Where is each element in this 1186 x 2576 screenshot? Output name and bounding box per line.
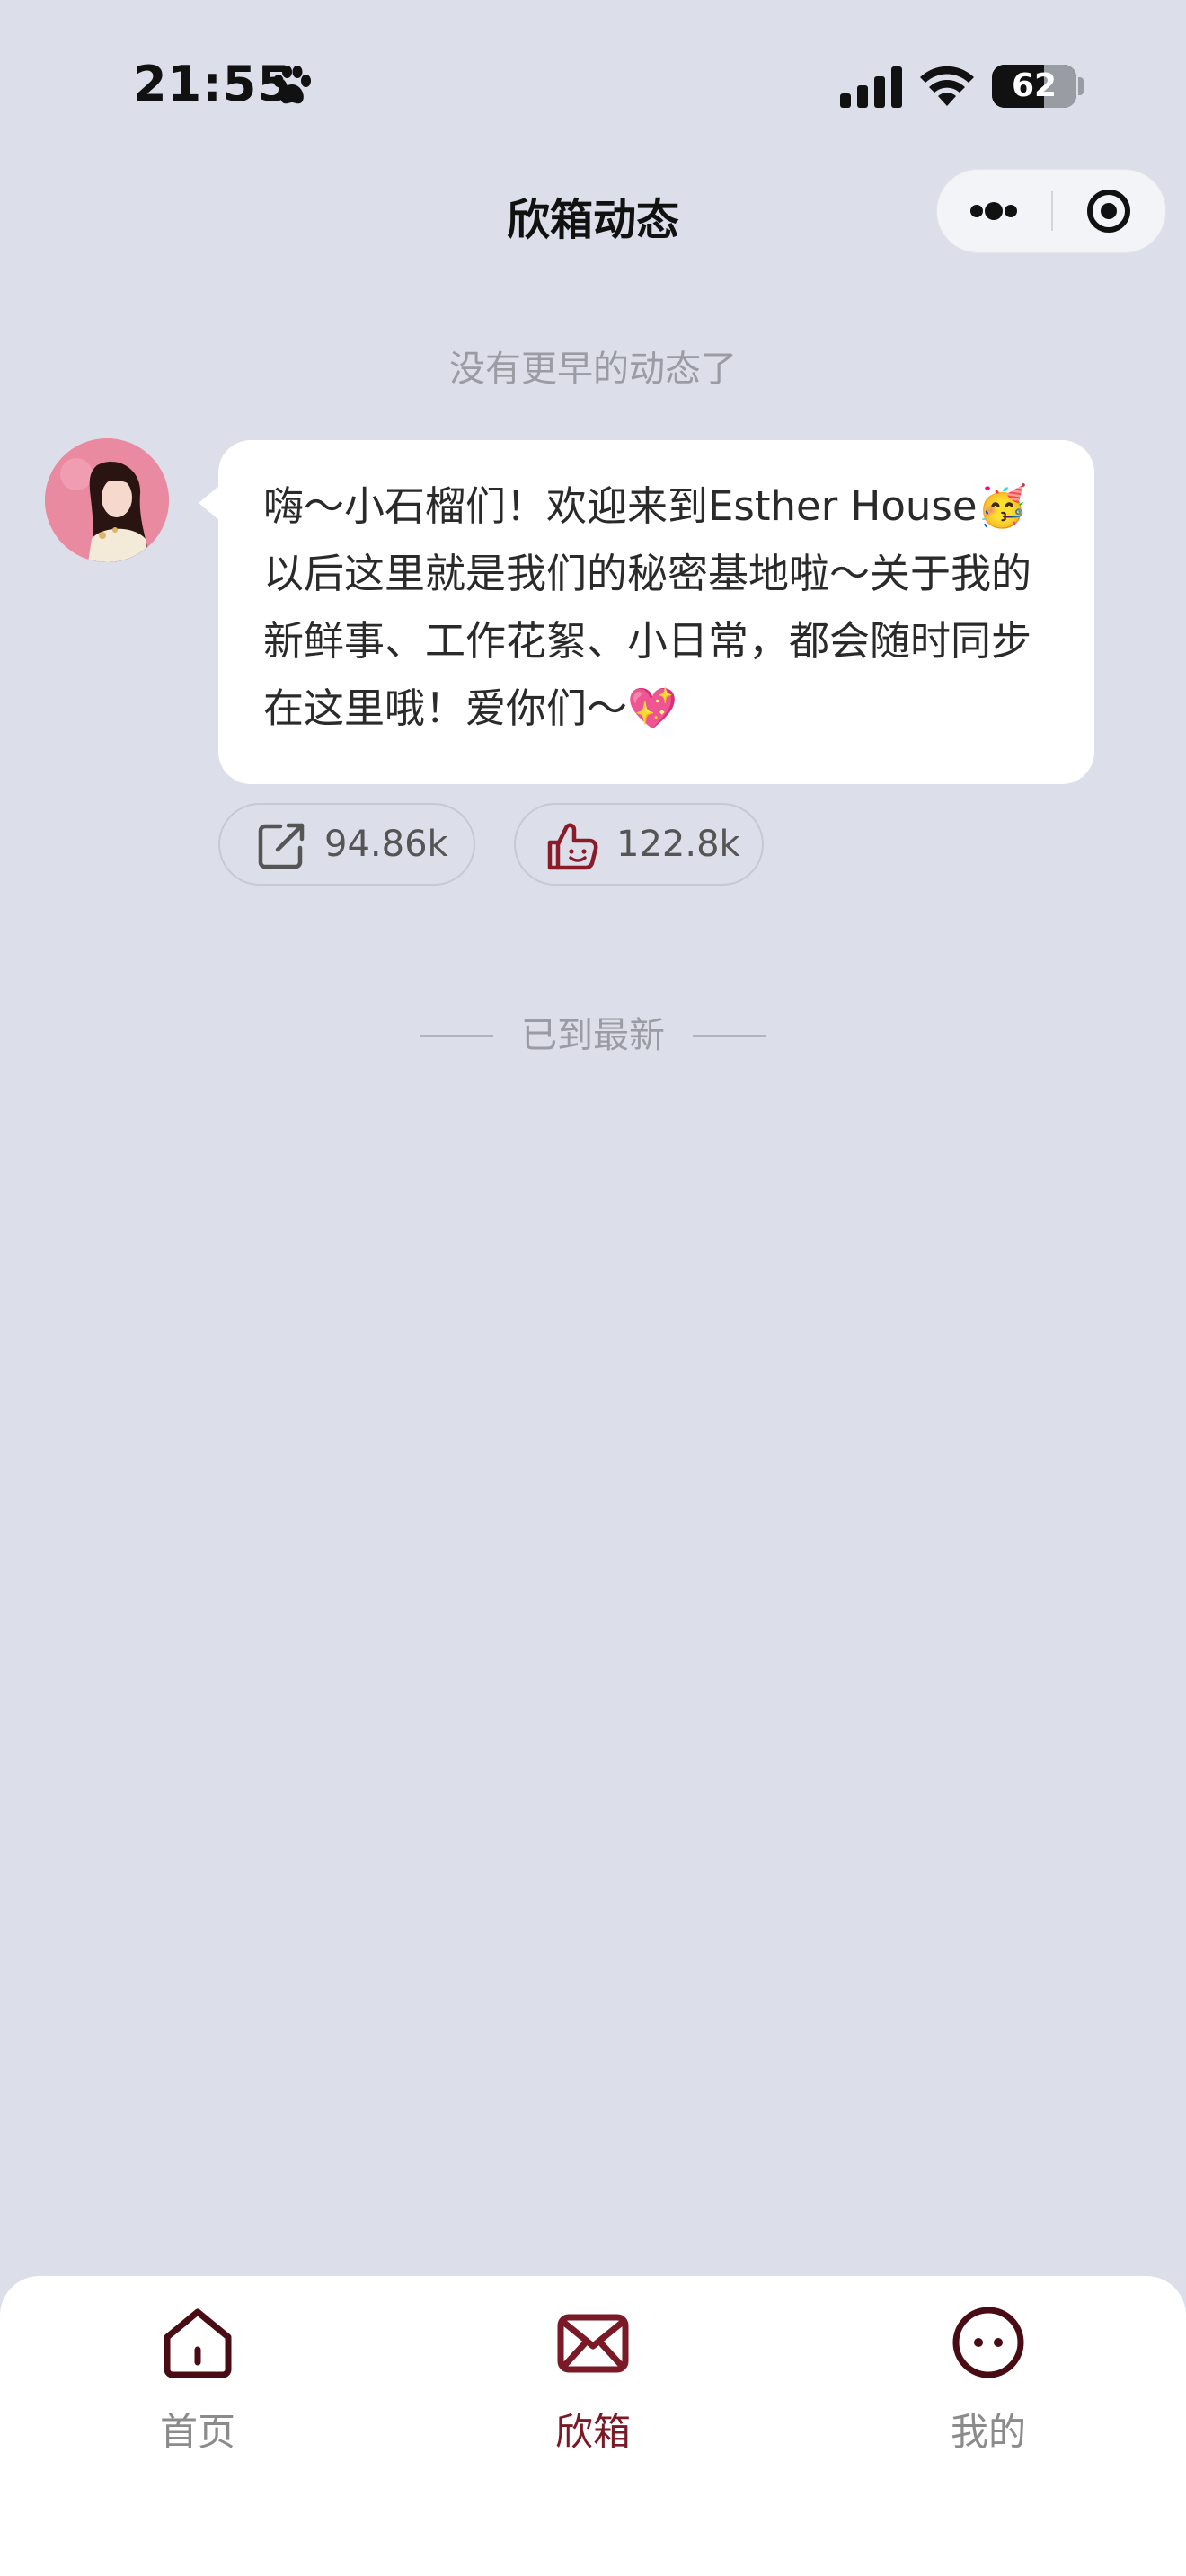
thumbs-up-icon (547, 823, 598, 870)
mail-icon (557, 2314, 629, 2373)
more-button[interactable] (937, 170, 1051, 252)
no-earlier-posts-hint: 没有更早的动态了 (449, 348, 737, 390)
avatar[interactable] (45, 438, 169, 562)
end-of-feed-text: 已到最新 (521, 1015, 665, 1056)
battery-tip (1078, 77, 1084, 95)
share-icon (258, 823, 305, 869)
tab-bar: 首页 欣箱 我的 (0, 2276, 1186, 2576)
share-count: 94.86k (324, 824, 448, 865)
like-count: 122.8k (616, 824, 740, 865)
tab-home-label: 首页 (159, 2410, 235, 2454)
close-miniprogram-button[interactable] (1053, 170, 1167, 252)
tab-home[interactable]: 首页 (0, 2276, 395, 2501)
tab-mine[interactable]: 我的 (791, 2276, 1186, 2501)
cellular-signal-icon (840, 66, 902, 108)
battery-indicator: 62 (992, 65, 1076, 108)
bubble-tail (199, 485, 220, 521)
end-of-feed-hint: 已到最新 (0, 1006, 1186, 1058)
battery-level-text: 62 (1011, 67, 1058, 104)
post-bubble[interactable]: 嗨～小石榴们！欢迎来到Esther House🥳 以后这里就是我们的秘密基地啦～… (218, 440, 1094, 784)
tab-xinxiang-label: 欣箱 (554, 2410, 631, 2454)
wifi-icon (920, 66, 974, 106)
home-icon (164, 2308, 232, 2378)
post-text: 嗨～小石榴们！欢迎来到Esther House🥳 以后这里就是我们的秘密基地啦～… (263, 482, 1032, 732)
tab-mine-label: 我的 (950, 2410, 1026, 2454)
tab-xinxiang[interactable]: 欣箱 (395, 2276, 791, 2501)
like-button[interactable]: 122.8k (514, 803, 764, 886)
status-bar: 21:55 62 (0, 0, 1186, 171)
miniprogram-capsule (936, 169, 1166, 253)
target-close-icon (1087, 190, 1130, 233)
status-time: 21:55 (133, 56, 292, 112)
face-icon (952, 2307, 1024, 2378)
avatar-portrait-image (45, 438, 169, 562)
paw-icon (273, 66, 311, 104)
more-dots-icon (970, 202, 1017, 220)
divider-line-right (692, 1035, 766, 1037)
share-button[interactable]: 94.86k (218, 803, 475, 886)
divider-line-left (420, 1035, 494, 1037)
